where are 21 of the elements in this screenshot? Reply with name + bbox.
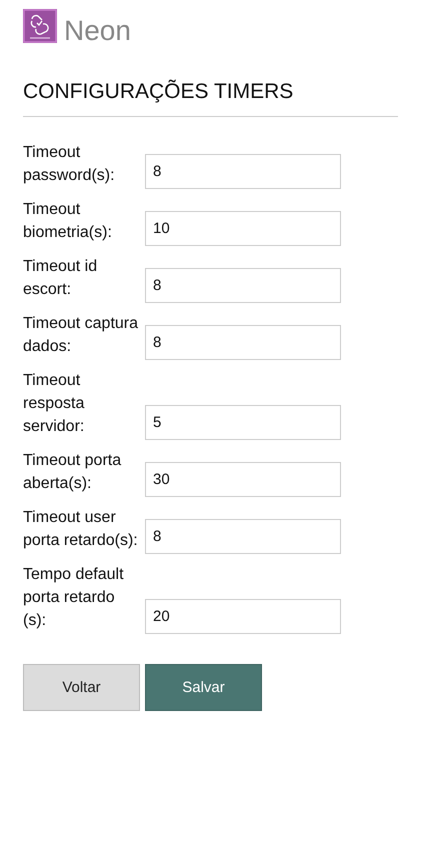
save-button[interactable]: Salvar [145, 664, 262, 711]
input-field[interactable]: 30 [145, 462, 341, 497]
field-label: Timeout id escort: [23, 257, 98, 300]
field-label: Timeout user porta retardo(s): [23, 508, 139, 551]
input-field[interactable]: 5 [145, 405, 341, 440]
field-label: Timeout biometria(s): [23, 200, 113, 243]
field-label: Timeout captura dados: [23, 314, 140, 357]
input-field[interactable]: 8 [145, 519, 341, 554]
input-field[interactable]: 8 [145, 325, 341, 360]
field-label: Timeout porta aberta(s): [23, 451, 122, 494]
logo-icon [23, 9, 57, 43]
field-label: Timeout password(s): [23, 143, 116, 186]
input-field[interactable]: 8 [145, 154, 341, 189]
field-label: Tempo default porta retardo (s): [23, 565, 125, 631]
brand-name: Neon [64, 17, 131, 45]
page-title: CONFIGURAÇÕES TIMERS [23, 79, 294, 105]
input-field[interactable]: 10 [145, 211, 341, 246]
back-button[interactable]: Voltar [23, 664, 140, 711]
field-label: Timeout resposta servidor: [23, 371, 86, 437]
input-field[interactable]: 20 [145, 599, 341, 634]
input-field[interactable]: 8 [145, 268, 341, 303]
